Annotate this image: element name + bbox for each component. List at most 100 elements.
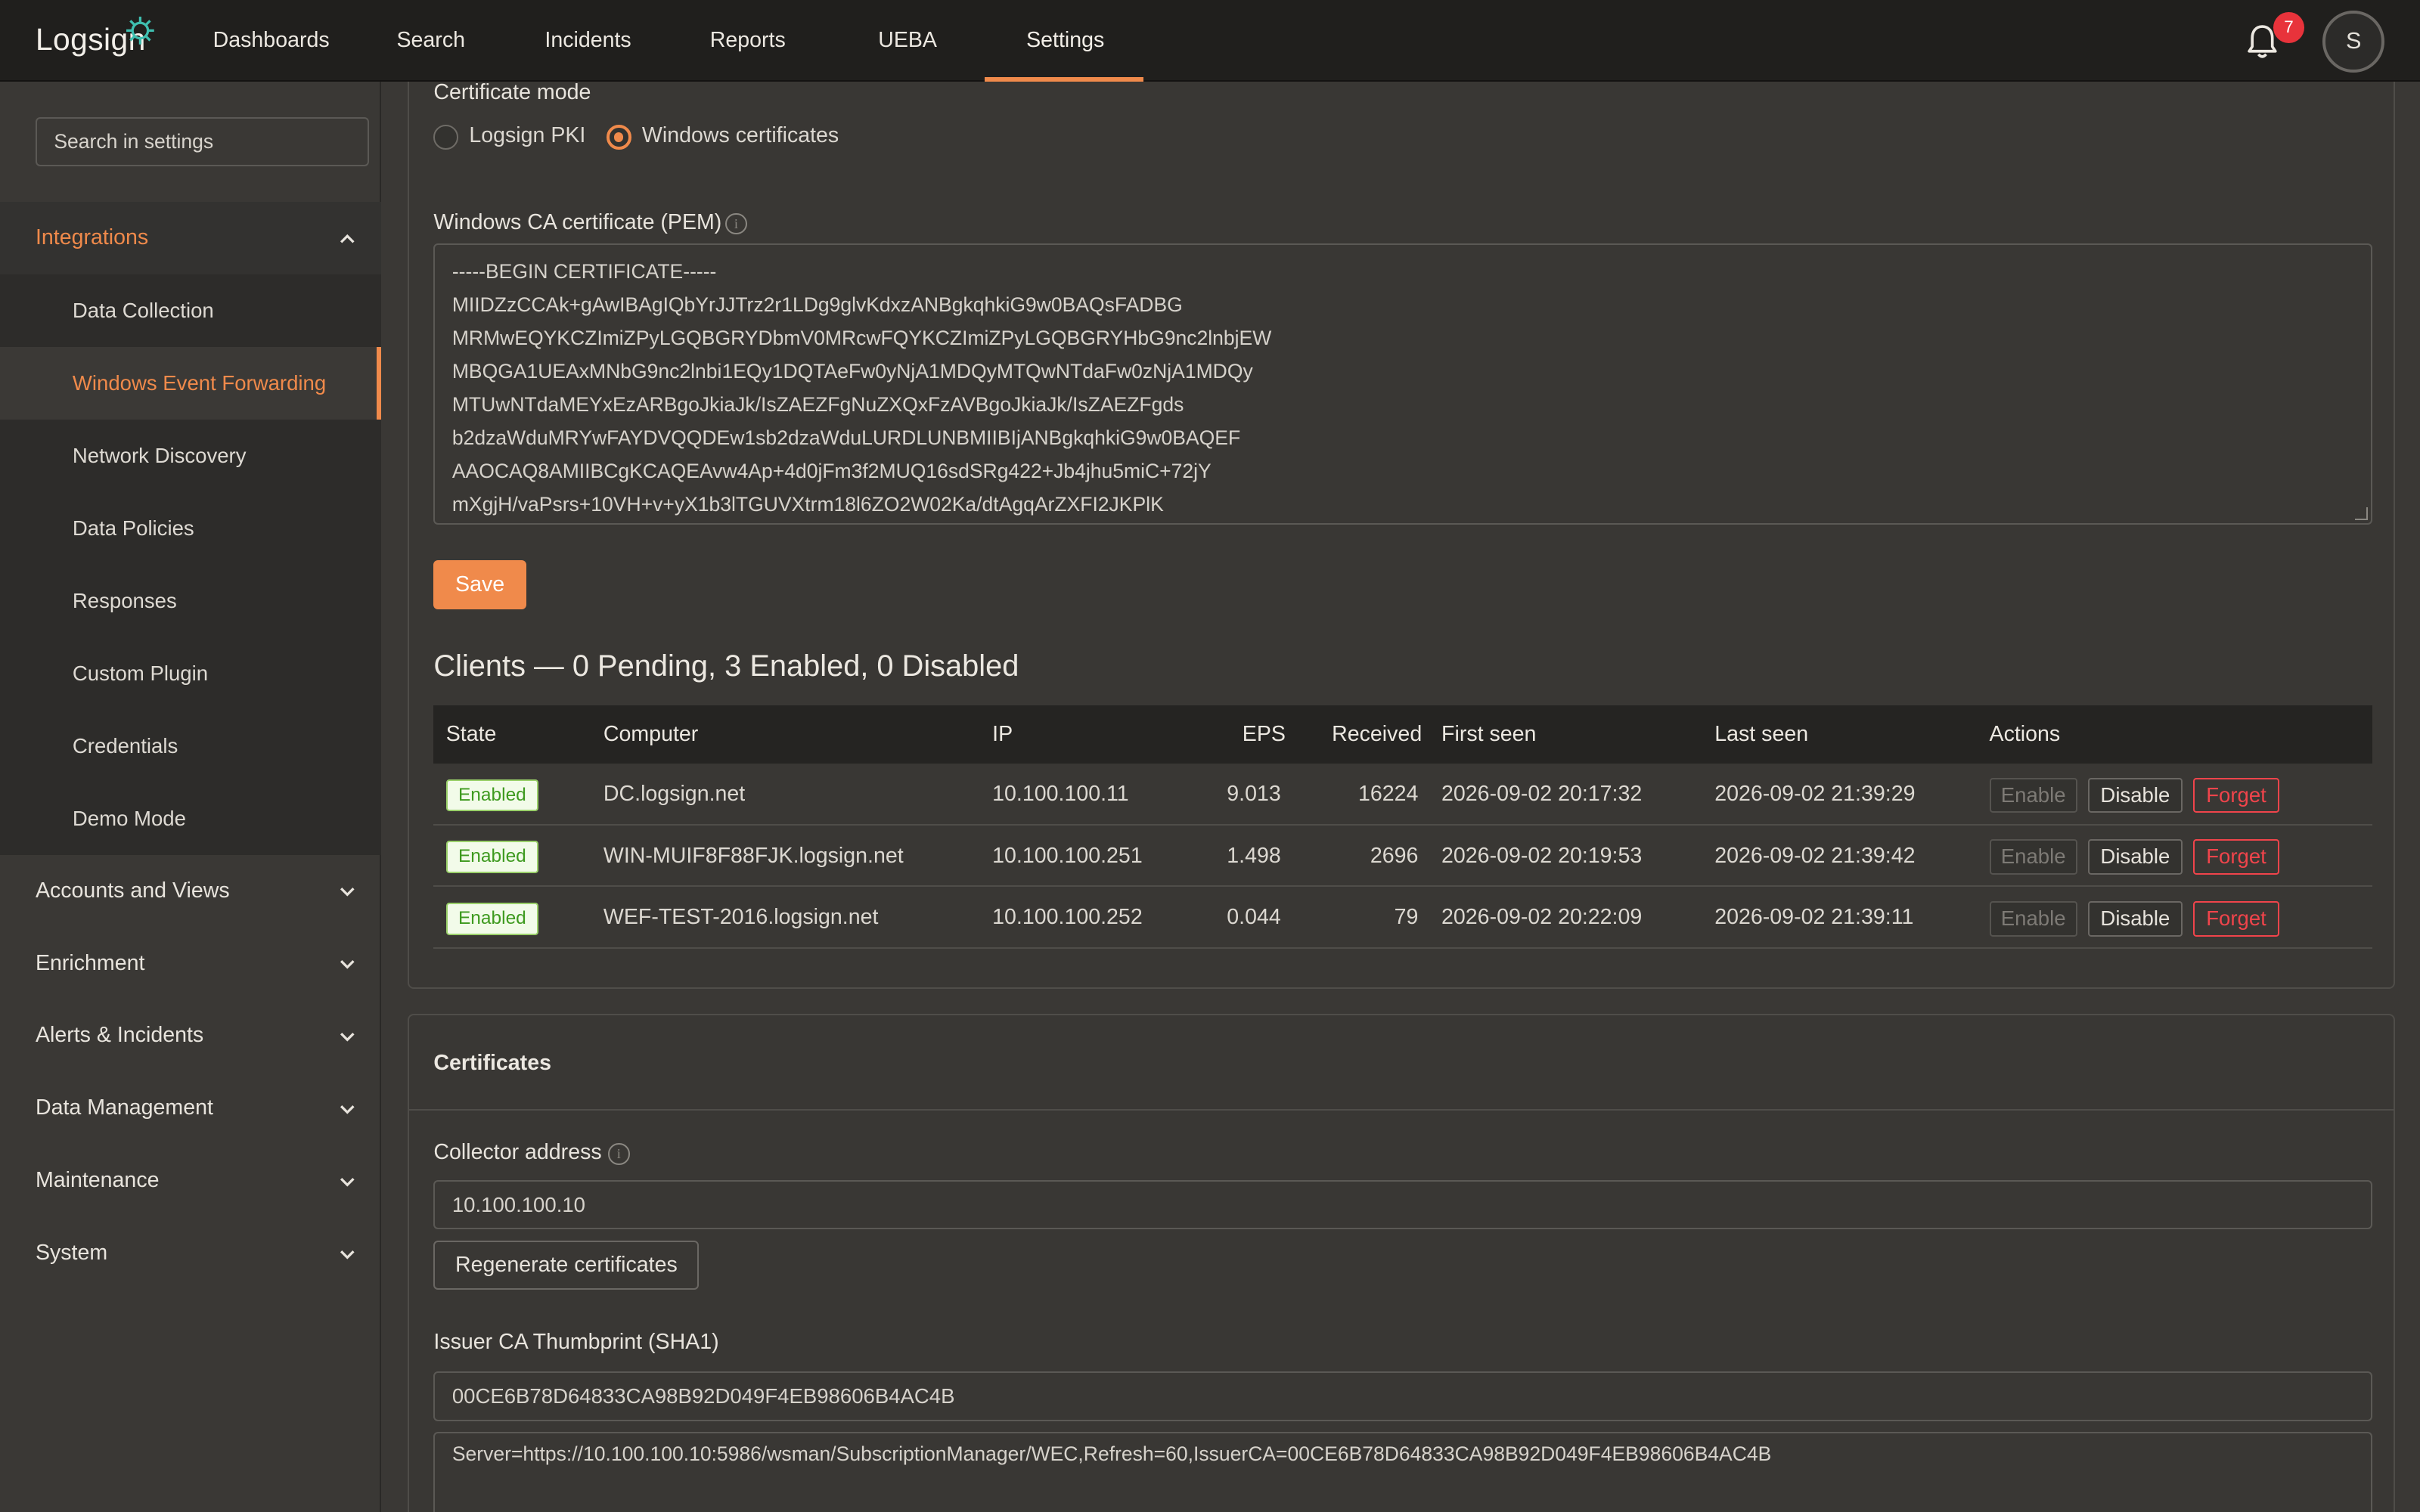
chevron-down-icon: [340, 1250, 355, 1259]
col-computer: Computer: [603, 721, 699, 746]
radio-logsign-pki[interactable]: [433, 125, 459, 150]
pem-textarea[interactable]: -----BEGIN CERTIFICATE----- MIIDZzCCAk+g…: [433, 243, 2372, 525]
col-eps: EPS: [1242, 721, 1286, 746]
collector-address-label: Collector address: [433, 1140, 602, 1165]
nav-reports[interactable]: Reports: [710, 0, 786, 82]
last-seen-cell: 2026-09-02 21:39:11: [1714, 905, 1914, 930]
info-icon[interactable]: i: [725, 212, 747, 235]
col-state: State: [445, 721, 497, 746]
radio-windows-certificates-label[interactable]: Windows certificates: [642, 123, 839, 148]
ip-cell: 10.100.100.251: [992, 843, 1143, 868]
notification-badge: 7: [2273, 12, 2304, 44]
first-seen-cell: 2026-09-02 20:19:53: [1441, 843, 1643, 868]
avatar[interactable]: S: [2322, 11, 2385, 73]
clients-title: Clients — 0 Pending, 3 Enabled, 0 Disabl…: [433, 649, 1019, 683]
nav-dashboards[interactable]: Dashboards: [213, 0, 330, 82]
nav-settings[interactable]: Settings: [1026, 0, 1104, 82]
nav-incidents[interactable]: Incidents: [544, 0, 631, 82]
forget-button[interactable]: Forget: [2192, 839, 2280, 875]
col-received: Received: [1332, 721, 1423, 746]
col-ip: IP: [992, 721, 1013, 746]
status-badge: Enabled: [445, 902, 539, 935]
sidebar-group-maintenance[interactable]: Maintenance: [0, 1145, 381, 1217]
col-last-seen: Last seen: [1714, 721, 1809, 746]
settings-sidebar: Search in settings Integrations Data Col…: [0, 82, 382, 1512]
sidebar-group-system[interactable]: System: [0, 1217, 381, 1290]
computer-cell: WEF-TEST-2016.logsign.net: [603, 905, 879, 930]
sidebar-item-responses[interactable]: Responses: [0, 565, 381, 637]
settings-search-input[interactable]: Search in settings: [35, 117, 369, 167]
chevron-down-icon: [340, 888, 355, 897]
enable-button[interactable]: Enable: [1989, 900, 2077, 937]
forget-button[interactable]: Forget: [2192, 900, 2280, 937]
sidebar-item-demo-mode[interactable]: Demo Mode: [0, 782, 381, 855]
certificates-header: Certificates: [408, 1015, 2394, 1111]
last-seen-cell: 2026-09-02 21:39:29: [1714, 782, 1916, 807]
chevron-down-icon: [340, 1105, 355, 1114]
sidebar-group-accounts-and-views[interactable]: Accounts and Views: [0, 855, 381, 928]
regenerate-certificates-button[interactable]: Regenerate certificates: [433, 1240, 700, 1290]
sidebar-group-label: Enrichment: [35, 950, 145, 975]
resize-handle-icon[interactable]: [2355, 507, 2368, 520]
ip-cell: 10.100.100.11: [992, 782, 1129, 807]
sidebar-item-credentials[interactable]: Credentials: [0, 710, 381, 782]
table-header: State Computer IP EPS Received First see…: [433, 705, 2372, 764]
received-cell: 2696: [1370, 843, 1419, 868]
table-row: Enabled DC.logsign.net 10.100.100.11 9.0…: [433, 764, 2372, 826]
pem-label: Windows CA certificate (PEM): [433, 209, 722, 234]
pem-line: MIIDZzCCAk+gAwIBAgIQbYrJJTrz2r1LDg9glvKd…: [451, 293, 1183, 316]
sidebar-group-label: Maintenance: [35, 1168, 160, 1193]
enable-button[interactable]: Enable: [1989, 839, 2077, 875]
subscription-string-textarea[interactable]: Server=https://10.100.100.10:5986/wsman/…: [433, 1431, 2372, 1512]
col-first-seen: First seen: [1441, 721, 1537, 746]
sidebar-group-alerts-incidents[interactable]: Alerts & Incidents: [0, 999, 381, 1072]
disable-button[interactable]: Disable: [2088, 900, 2183, 937]
collector-address-input[interactable]: 10.100.100.10: [433, 1180, 2372, 1230]
sidebar-group-label: System: [35, 1241, 108, 1266]
eps-cell: 1.498: [1227, 843, 1281, 868]
sidebar-group-enrichment[interactable]: Enrichment: [0, 928, 381, 1000]
info-icon[interactable]: i: [608, 1143, 630, 1165]
table-row: Enabled WIN-MUIF8F88FJK.logsign.net 10.1…: [433, 826, 2372, 888]
sidebar-group-data-management[interactable]: Data Management: [0, 1072, 381, 1145]
wef-config-panel: Certificate mode Logsign PKI Windows cer…: [407, 82, 2396, 990]
certificates-panel: Certificates Collector address i 10.100.…: [407, 1013, 2396, 1512]
disable-button[interactable]: Disable: [2088, 839, 2183, 875]
sidebar-group-integrations[interactable]: Integrations: [0, 202, 382, 275]
thumbprint-label: Issuer CA Thumbprint (SHA1): [433, 1330, 719, 1355]
disable-button[interactable]: Disable: [2088, 777, 2183, 813]
sidebar-item-data-policies[interactable]: Data Policies: [0, 492, 381, 565]
forget-button[interactable]: Forget: [2192, 777, 2280, 813]
logo-mark-icon: [126, 17, 155, 45]
sidebar-group-label: Accounts and Views: [35, 878, 230, 903]
sidebar-item-windows-event-forwarding[interactable]: Windows Event Forwarding: [0, 347, 382, 420]
radio-logsign-pki-label[interactable]: Logsign PKI: [469, 123, 585, 148]
subscription-string: Server=https://10.100.100.10:5986/wsman/…: [451, 1442, 1772, 1466]
certificate-mode-label: Certificate mode: [433, 82, 591, 105]
sidebar-item-network-discovery[interactable]: Network Discovery: [0, 420, 381, 492]
status-badge: Enabled: [445, 841, 539, 874]
certificates-title: Certificates: [433, 1050, 551, 1075]
received-cell: 79: [1394, 905, 1419, 930]
pem-line: MBQGA1UEAxMNbG9nc2lnbi1EQy1DQTAeFw0yNjA1…: [451, 359, 1253, 383]
sidebar-item-data-collection[interactable]: Data Collection: [0, 274, 381, 347]
enable-button[interactable]: Enable: [1989, 777, 2077, 813]
pem-line: MRMwEQYKCZImiZPyLGQBGRYDbmV0MRcwFQYKCZIm…: [451, 326, 1272, 349]
pem-line: AAOCAQ8AMIIBCgKCAQEAvw4Ap+4d0jFm3f2MUQ16…: [451, 460, 1212, 483]
sidebar-group-label: Integrations: [35, 225, 149, 250]
computer-cell: DC.logsign.net: [603, 782, 746, 807]
sidebar-group-label: Data Management: [35, 1095, 213, 1120]
computer-cell: WIN-MUIF8F88FJK.logsign.net: [603, 843, 904, 868]
col-actions: Actions: [1989, 721, 2061, 746]
nav-search[interactable]: Search: [396, 0, 465, 82]
sidebar-group-label: Alerts & Incidents: [35, 1023, 204, 1048]
sidebar-item-custom-plugin[interactable]: Custom Plugin: [0, 637, 381, 710]
save-button[interactable]: Save: [433, 559, 526, 610]
first-seen-cell: 2026-09-02 20:22:09: [1441, 905, 1643, 930]
thumbprint-input[interactable]: 00CE6B78D64833CA98B92D049F4EB98606B4AC4B: [433, 1371, 2372, 1421]
radio-windows-certificates[interactable]: [606, 125, 631, 150]
nav-ueba[interactable]: UEBA: [878, 0, 937, 82]
pem-line: mXgjH/vaPsrs+10VH+v+yX1b3lTGUVXtrm18l6ZO…: [451, 493, 1164, 516]
last-seen-cell: 2026-09-02 21:39:42: [1714, 843, 1916, 868]
chevron-up-icon: [340, 234, 355, 243]
